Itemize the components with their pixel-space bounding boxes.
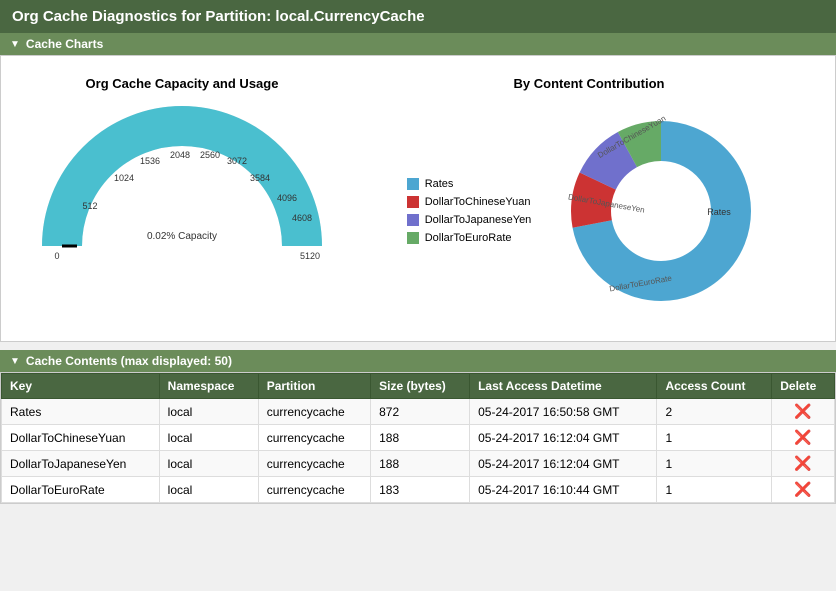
table-body: Rates local currencycache 872 05-24-2017… <box>2 399 835 503</box>
gauge-chart-area: Org Cache Capacity and Usage 0 <box>22 76 342 261</box>
cell-key: Rates <box>2 399 160 425</box>
cell-access-count: 1 <box>657 425 772 451</box>
donut-legend: Rates DollarToChineseYuan DollarToJapane… <box>407 178 532 244</box>
cache-contents-table: Key Namespace Partition Size (bytes) Las… <box>1 373 835 503</box>
col-delete: Delete <box>772 374 835 399</box>
legend-label-euro-rate: DollarToEuroRate <box>425 232 512 244</box>
cell-size: 183 <box>371 477 470 503</box>
svg-text:1024: 1024 <box>114 173 134 183</box>
legend-label-japanese-yen: DollarToJapaneseYen <box>425 214 532 226</box>
cache-contents-table-wrapper: Key Namespace Partition Size (bytes) Las… <box>0 372 836 504</box>
donut-chart-area: By Content Contribution Rates DollarToCh… <box>364 76 814 321</box>
legend-color-euro-rate <box>407 232 419 244</box>
delete-button[interactable]: ❌ <box>780 429 826 446</box>
cell-namespace: local <box>159 425 258 451</box>
col-namespace: Namespace <box>159 374 258 399</box>
cell-size: 872 <box>371 399 470 425</box>
cell-namespace: local <box>159 477 258 503</box>
cell-last-access: 05-24-2017 16:12:04 GMT <box>470 425 657 451</box>
cell-delete: ❌ <box>772 477 835 503</box>
svg-text:1536: 1536 <box>140 156 160 166</box>
svg-text:0: 0 <box>54 251 59 261</box>
legend-label-rates: Rates <box>425 178 454 190</box>
gauge-chart-title: Org Cache Capacity and Usage <box>86 76 279 91</box>
cell-access-count: 1 <box>657 451 772 477</box>
cell-key: DollarToChineseYuan <box>2 425 160 451</box>
cell-partition: currencycache <box>258 399 370 425</box>
cache-charts-label: Cache Charts <box>26 37 103 51</box>
svg-text:4608: 4608 <box>292 213 312 223</box>
svg-text:2048: 2048 <box>170 150 190 160</box>
donut-label-rates: Rates <box>708 207 732 217</box>
delete-button[interactable]: ❌ <box>780 481 826 498</box>
col-access-count: Access Count <box>657 374 772 399</box>
svg-text:3072: 3072 <box>227 156 247 166</box>
cell-last-access: 05-24-2017 16:10:44 GMT <box>470 477 657 503</box>
cell-key: DollarToEuroRate <box>2 477 160 503</box>
cell-delete: ❌ <box>772 425 835 451</box>
table-row: DollarToEuroRate local currencycache 183… <box>2 477 835 503</box>
svg-text:0.02% Capacity: 0.02% Capacity <box>147 231 217 242</box>
table-row: DollarToJapaneseYen local currencycache … <box>2 451 835 477</box>
svg-text:4096: 4096 <box>277 193 297 203</box>
delete-button[interactable]: ❌ <box>780 455 826 472</box>
col-key: Key <box>2 374 160 399</box>
legend-item-rates: Rates <box>407 178 532 190</box>
donut-chart-title: By Content Contribution <box>514 76 665 91</box>
legend-color-chinese-yuan <box>407 196 419 208</box>
cell-size: 188 <box>371 451 470 477</box>
col-partition: Partition <box>258 374 370 399</box>
table-row: DollarToChineseYuan local currencycache … <box>2 425 835 451</box>
cell-access-count: 1 <box>657 477 772 503</box>
cache-charts-header[interactable]: Cache Charts <box>0 33 836 55</box>
charts-container-wrapper: Org Cache Capacity and Usage 0 <box>0 55 836 342</box>
table-header: Key Namespace Partition Size (bytes) Las… <box>2 374 835 399</box>
cell-access-count: 2 <box>657 399 772 425</box>
table-row: Rates local currencycache 872 05-24-2017… <box>2 399 835 425</box>
svg-text:2560: 2560 <box>200 150 220 160</box>
donut-area: Rates DollarToChineseYuan DollarToJapane… <box>407 101 772 321</box>
svg-text:512: 512 <box>82 201 97 211</box>
cache-contents-label: Cache Contents (max displayed: 50) <box>26 354 232 368</box>
gauge-wrapper: 0 512 1024 1536 2048 2560 3072 3584 4096… <box>42 101 322 261</box>
page-title: Org Cache Diagnostics for Partition: loc… <box>0 0 836 33</box>
legend-item-japanese-yen: DollarToJapaneseYen <box>407 214 532 226</box>
cell-size: 188 <box>371 425 470 451</box>
donut-svg: Rates DollarToChineseYuan DollarToJapane… <box>551 101 771 321</box>
legend-color-japanese-yen <box>407 214 419 226</box>
col-size: Size (bytes) <box>371 374 470 399</box>
cell-delete: ❌ <box>772 399 835 425</box>
cell-key: DollarToJapaneseYen <box>2 451 160 477</box>
delete-button[interactable]: ❌ <box>780 403 826 420</box>
cell-namespace: local <box>159 451 258 477</box>
donut-label-japanese-yen: DollarToJapaneseYen <box>551 101 629 103</box>
legend-item-euro-rate: DollarToEuroRate <box>407 232 532 244</box>
cell-partition: currencycache <box>258 425 370 451</box>
cell-partition: currencycache <box>258 477 370 503</box>
cell-partition: currencycache <box>258 451 370 477</box>
svg-text:5120: 5120 <box>300 251 320 261</box>
charts-container: Org Cache Capacity and Usage 0 <box>11 66 825 331</box>
col-last-access: Last Access Datetime <box>470 374 657 399</box>
cell-last-access: 05-24-2017 16:50:58 GMT <box>470 399 657 425</box>
legend-color-rates <box>407 178 419 190</box>
gauge-svg: 0 512 1024 1536 2048 2560 3072 3584 4096… <box>42 101 322 261</box>
legend-label-chinese-yuan: DollarToChineseYuan <box>425 196 531 208</box>
cache-contents-section: Cache Contents (max displayed: 50) Key N… <box>0 350 836 504</box>
cache-charts-section: Cache Charts Org Cache Capacity and Usag… <box>0 33 836 342</box>
donut-label-euro-rate: DollarToEuroRate <box>551 101 615 103</box>
cache-contents-header[interactable]: Cache Contents (max displayed: 50) <box>0 350 836 372</box>
cell-namespace: local <box>159 399 258 425</box>
legend-item-chinese-yuan: DollarToChineseYuan <box>407 196 532 208</box>
cell-delete: ❌ <box>772 451 835 477</box>
svg-text:3584: 3584 <box>250 173 270 183</box>
cell-last-access: 05-24-2017 16:12:04 GMT <box>470 451 657 477</box>
donut-label-chinese-yuan: DollarToChineseYuan <box>551 101 628 103</box>
